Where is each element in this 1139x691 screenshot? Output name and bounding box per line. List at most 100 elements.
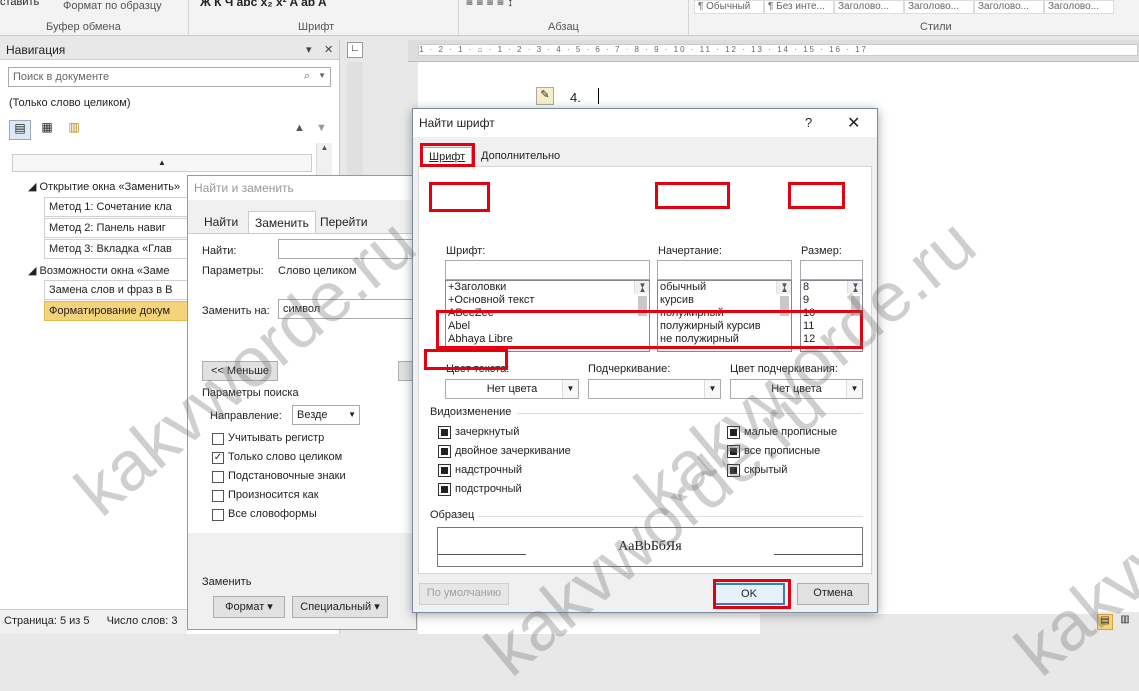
strikethrough-checkbox[interactable] <box>438 426 451 439</box>
hidden-checkbox[interactable] <box>727 464 740 477</box>
underline-select[interactable]: ▼ <box>588 379 721 399</box>
scroll-down-icon[interactable]: ▼ <box>635 281 649 292</box>
tab-selector[interactable]: ∟ <box>347 42 363 58</box>
tree-item-replace-words[interactable]: Замена слов и фраз в В <box>44 280 190 300</box>
style-list[interactable]: обычный курсив полужирный полужирный кур… <box>657 280 792 352</box>
list-item[interactable]: Abel <box>446 320 649 333</box>
scroll-thumb[interactable] <box>780 296 789 316</box>
close-icon[interactable]: ✕ <box>847 113 860 133</box>
less-button[interactable]: << Меньше <box>202 361 278 381</box>
status-words[interactable]: Число слов: 3 <box>107 615 178 627</box>
list-item[interactable]: ABeeZee <box>446 307 649 320</box>
status-page[interactable]: Страница: 5 из 5 <box>4 615 90 627</box>
format-button[interactable]: Формат ▾ <box>213 596 285 618</box>
paste-options-icon[interactable]: ✎ <box>536 87 554 105</box>
ribbon-separator <box>458 0 459 35</box>
scroll-up-icon[interactable]: ▲ <box>317 143 332 158</box>
whole-word-checkbox[interactable]: ✓ <box>212 452 224 464</box>
style-list-scrollbar[interactable]: ▲ ▼ <box>776 281 791 316</box>
scroll-down-icon[interactable]: ▼ <box>777 281 791 292</box>
style-no-spacing[interactable]: ¶ Без инте... <box>764 0 834 14</box>
tab-goto[interactable]: Перейти <box>314 211 374 233</box>
format-painter-button[interactable]: Формат по образцу <box>63 0 162 12</box>
tree-heading-label: Открытие окна «Заменить» <box>39 181 181 193</box>
scroll-thumb[interactable] <box>851 296 860 316</box>
list-item[interactable]: курсив <box>658 294 791 307</box>
hidden-label: скрытый <box>744 464 788 476</box>
nav-search-input[interactable]: Поиск в документе ⌕ ▼ <box>8 67 331 87</box>
read-mode-icon[interactable]: ▥ <box>1117 614 1133 630</box>
list-item[interactable]: +Заголовки <box>446 281 649 294</box>
style-heading-2[interactable]: Заголово... <box>904 0 974 14</box>
list-item[interactable]: обычный <box>658 281 791 294</box>
tree-item-formatting[interactable]: Форматирование докум <box>44 301 190 321</box>
nav-close-icon[interactable]: ✕ <box>324 43 333 56</box>
font-size-input[interactable] <box>800 260 863 280</box>
style-normal[interactable]: ¶ Обычный <box>694 0 764 14</box>
list-item[interactable]: полужирный <box>658 307 791 320</box>
paste-label[interactable]: ставить <box>0 0 39 8</box>
tree-item-method-3[interactable]: Метод 3: Вкладка «Глав <box>44 239 190 259</box>
style-heading-4[interactable]: Заголово... <box>1044 0 1114 14</box>
all-caps-checkbox[interactable] <box>727 445 740 458</box>
default-button[interactable]: По умолчанию <box>419 583 509 605</box>
tab-font[interactable]: Шрифт <box>422 147 473 167</box>
font-list-scrollbar[interactable]: ▲ ▼ <box>634 281 649 316</box>
tab-find[interactable]: Найти <box>198 211 244 233</box>
sample-preview: АаBbБбЯя <box>437 527 863 567</box>
superscript-checkbox[interactable] <box>438 464 451 477</box>
scroll-down-icon[interactable]: ▼ <box>848 281 862 292</box>
small-caps-checkbox[interactable] <box>727 426 740 439</box>
tab-replace[interactable]: Заменить <box>248 211 316 233</box>
size-list[interactable]: 8 9 10 11 12 ▲ ▼ <box>800 280 863 352</box>
tree-item-method-2[interactable]: Метод 2: Панель навиг <box>44 218 190 238</box>
pages-view-icon[interactable]: ▦ <box>36 120 58 140</box>
wildcards-checkbox[interactable] <box>212 471 224 483</box>
font-style-input[interactable] <box>657 260 792 280</box>
text-color-value: Нет цвета <box>486 383 538 395</box>
print-layout-icon[interactable]: ▤ <box>1097 614 1113 630</box>
list-item[interactable]: 11 <box>801 320 862 333</box>
underline-color-select[interactable]: Нет цвета ▼ <box>730 379 863 399</box>
results-view-icon[interactable]: ▥ <box>63 120 85 140</box>
replace-input[interactable]: символ <box>278 299 413 319</box>
cancel-button[interactable]: Отмена <box>797 583 869 605</box>
tree-item-method-1[interactable]: Метод 1: Сочетание кла <box>44 197 190 217</box>
find-input[interactable] <box>278 239 413 259</box>
size-list-scrollbar[interactable]: ▲ ▼ <box>847 281 862 316</box>
horizontal-ruler[interactable]: 1 · 2 · 1 · ⌂ · 1 · 2 · 3 · 4 · 5 · 6 · … <box>408 40 1139 62</box>
list-item[interactable]: полужирный курсив <box>658 320 791 333</box>
nav-up-icon[interactable]: ▲ <box>294 122 305 134</box>
chevron-down-icon[interactable]: ▼ <box>318 71 326 80</box>
special-button[interactable]: Специальный ▾ <box>292 596 388 618</box>
nav-down-icon[interactable]: ▼ <box>316 122 327 134</box>
vertical-ruler[interactable] <box>347 62 363 182</box>
headings-view-icon[interactable]: ▤ <box>9 120 31 140</box>
scroll-up-bar[interactable]: ▲ <box>12 154 312 172</box>
font-list[interactable]: +Заголовки +Основной текст ABeeZee Abel … <box>445 280 650 352</box>
font-name-input[interactable] <box>445 260 650 280</box>
text-color-select[interactable]: Нет цвета ▼ <box>445 379 579 399</box>
list-item[interactable]: не полужирный <box>658 333 791 346</box>
double-strikethrough-checkbox[interactable] <box>438 445 451 458</box>
sounds-like-checkbox[interactable] <box>212 490 224 502</box>
scroll-thumb[interactable] <box>638 296 647 316</box>
tree-heading-open-window[interactable]: ◢ Открытие окна «Заменить» <box>28 177 188 195</box>
all-word-forms-checkbox[interactable] <box>212 509 224 521</box>
match-case-checkbox[interactable] <box>212 433 224 445</box>
tree-heading-features[interactable]: ◢ Возможности окна «Заме <box>28 261 188 279</box>
direction-select[interactable]: Везде ▼ <box>292 405 360 425</box>
help-icon[interactable]: ? <box>805 115 812 130</box>
list-item[interactable]: +Основной текст <box>446 294 649 307</box>
tab-advanced[interactable]: Дополнительно <box>475 147 566 167</box>
search-icon[interactable]: ⌕ <box>304 70 310 83</box>
style-heading-3[interactable]: Заголово... <box>974 0 1044 14</box>
font-controls-icon[interactable]: Ж К Ч abc x₂ x² A ab A <box>200 0 327 9</box>
paragraph-controls-icon[interactable]: ≡ ≡ ≡ ≡ ↕ <box>466 0 513 9</box>
nav-options-icon[interactable]: ▾ <box>306 43 312 56</box>
ok-button[interactable]: OK <box>713 583 785 605</box>
subscript-checkbox[interactable] <box>438 483 451 496</box>
list-item[interactable]: Abhaya Libre <box>446 333 649 346</box>
style-heading-1[interactable]: Заголово... <box>834 0 904 14</box>
list-item[interactable]: 12 <box>801 333 862 346</box>
